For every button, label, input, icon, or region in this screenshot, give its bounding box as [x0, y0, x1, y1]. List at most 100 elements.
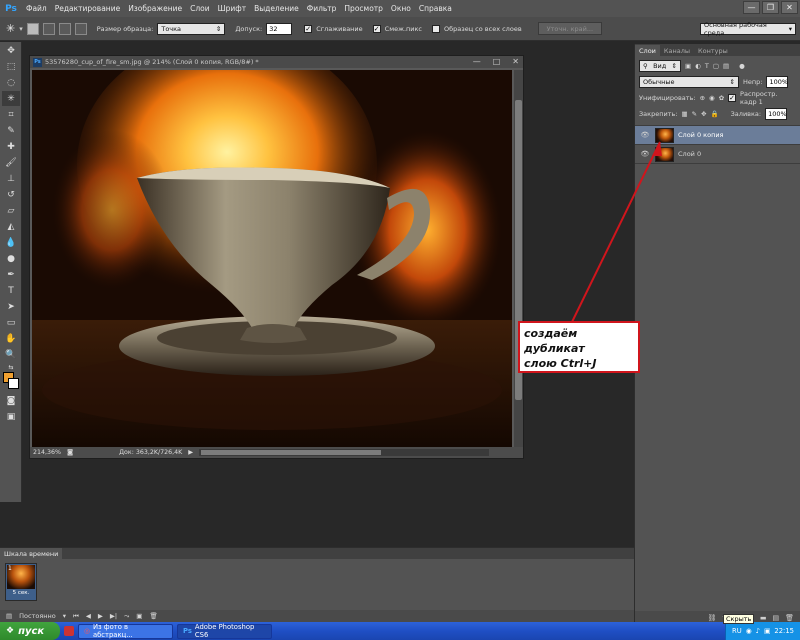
contiguous-checkbox[interactable]: ✓ [372, 24, 381, 33]
frame-delay[interactable]: 5 сек. [7, 590, 35, 596]
paint-bucket-icon[interactable]: ◭ [2, 219, 20, 234]
filter-shape-icon[interactable]: ▢ [713, 62, 719, 70]
lock-image-icon[interactable]: ✎ [692, 110, 697, 118]
menu-filter[interactable]: Фильтр [303, 4, 341, 13]
pen-tool-icon[interactable]: ✒ [2, 267, 20, 282]
blend-mode-select[interactable]: Обычные ⇕ [639, 76, 739, 88]
menu-image[interactable]: Изображение [124, 4, 186, 13]
tab-paths[interactable]: Контуры [694, 45, 732, 56]
quick-mask-icon[interactable]: ◙ [2, 393, 20, 408]
tween-icon[interactable]: ⤳ [124, 612, 129, 621]
filter-toggle-icon[interactable]: ● [739, 62, 745, 70]
timeline-frame[interactable]: 1 5 сек. [5, 563, 37, 601]
tab-layers[interactable]: Слои [635, 45, 660, 56]
delete-frame-icon[interactable]: 🗑 [149, 612, 157, 620]
type-tool-icon[interactable]: T [2, 283, 20, 298]
history-brush-icon[interactable]: ↺ [2, 187, 20, 202]
status-menu-icon[interactable]: ◙ [67, 449, 73, 456]
minimize-button[interactable]: — [743, 1, 760, 14]
lock-transparent-icon[interactable]: ▦ [681, 110, 687, 118]
opera-icon[interactable] [64, 626, 74, 636]
start-button[interactable]: ❖ пуск [0, 622, 60, 640]
new-selection-icon[interactable] [26, 22, 39, 35]
menu-view[interactable]: Просмотр [340, 4, 387, 13]
document-tab[interactable]: Ps 53576280_cup_of_fire_sm.jpg @ 214% (С… [30, 56, 523, 68]
screen-mode-icon[interactable]: ▣ [2, 409, 20, 424]
restore-button[interactable]: ❐ [762, 1, 779, 14]
move-tool-icon[interactable]: ✥ [2, 43, 20, 58]
lock-all-icon[interactable]: 🔒 [711, 110, 719, 118]
visibility-eye-icon[interactable]: 👁 [639, 131, 651, 139]
path-selection-icon[interactable]: ➤ [2, 299, 20, 314]
link-layers-icon[interactable]: ⛓ [707, 614, 716, 622]
fill-input[interactable]: 100% [765, 108, 788, 120]
play-icon[interactable]: ▶ [98, 612, 103, 620]
layer-filter-select[interactable]: ⚲ Вид ⇕ [639, 60, 681, 72]
magic-wand-tool-icon[interactable]: ✳ [6, 22, 15, 35]
eyedropper-tool-icon[interactable]: ✎ [2, 123, 20, 138]
dodge-tool-icon[interactable]: ● [2, 251, 20, 266]
propagate-frame-checkbox[interactable]: ✓ [728, 94, 737, 102]
default-colors-icon[interactable]: ⇆ [2, 363, 20, 371]
hand-tool-icon[interactable]: ✋ [2, 331, 20, 346]
maximize-icon[interactable]: □ [493, 57, 501, 66]
background-color-swatch[interactable] [8, 378, 19, 389]
filter-type-icon[interactable]: T [705, 62, 709, 70]
vertical-scrollbar[interactable] [514, 70, 523, 447]
lock-position-icon[interactable]: ✥ [701, 110, 706, 118]
tool-preset-arrow-icon[interactable]: ▾ [19, 25, 23, 33]
refine-edge-button[interactable]: Уточн. край... [537, 22, 603, 35]
clone-stamp-icon[interactable]: ⊥ [2, 171, 20, 186]
tab-timeline[interactable]: Шкала времени [0, 548, 63, 559]
taskbar-item-opera[interactable]: ◎ Из фото в абстракц... [78, 623, 173, 639]
crop-tool-icon[interactable]: ⌗ [2, 107, 20, 122]
taskbar-item-photoshop[interactable]: Ps Adobe Photoshop CS6 [177, 623, 272, 639]
image-canvas[interactable] [32, 70, 512, 447]
horizontal-scrollbar[interactable] [199, 449, 490, 456]
unify-style-icon[interactable]: ✿ [719, 94, 724, 102]
menu-file[interactable]: Файл [22, 4, 51, 13]
zoom-level[interactable]: 214,36% [33, 449, 61, 456]
antialias-checkbox[interactable]: ✓ [304, 24, 313, 33]
visibility-eye-icon[interactable]: 👁 [639, 150, 651, 158]
new-group-icon[interactable]: ▬ [760, 614, 767, 622]
filter-adjustment-icon[interactable]: ◐ [695, 62, 701, 70]
tab-channels[interactable]: Каналы [660, 45, 694, 56]
menu-edit[interactable]: Редактирование [51, 4, 124, 13]
chevron-down-icon[interactable]: ▾ [63, 612, 66, 620]
eraser-tool-icon[interactable]: ▱ [2, 203, 20, 218]
layer-row[interactable]: 👁 Слой 0 [635, 145, 800, 164]
menu-select[interactable]: Выделение [250, 4, 303, 13]
menu-help[interactable]: Справка [415, 4, 456, 13]
sample-all-layers-checkbox[interactable] [432, 24, 440, 33]
marquee-tool-icon[interactable]: ⬚ [2, 59, 20, 74]
next-frame-icon[interactable]: ▶| [110, 612, 117, 620]
magic-wand-tool-icon[interactable]: ✳ [2, 91, 20, 106]
subtract-from-selection-icon[interactable] [58, 22, 71, 35]
filter-smart-icon[interactable]: ▤ [723, 62, 729, 70]
tolerance-input[interactable]: 32 [266, 22, 293, 35]
language-indicator[interactable]: RU [732, 627, 742, 635]
workspace-select[interactable]: Основная рабочая среда ▾ [700, 21, 796, 37]
filter-pixel-icon[interactable]: ▣ [685, 62, 691, 70]
menu-window[interactable]: Окно [387, 4, 415, 13]
tray-icon[interactable]: ◉ [746, 627, 752, 635]
lasso-tool-icon[interactable]: ◌ [2, 75, 20, 90]
clock[interactable]: 22:15 [774, 627, 794, 635]
horizontal-scroll-thumb[interactable] [201, 450, 382, 455]
previous-frame-icon[interactable]: ◀ [86, 612, 91, 620]
layer-row[interactable]: 👁 Слой 0 копия [635, 126, 800, 145]
blur-tool-icon[interactable]: 💧 [2, 235, 20, 250]
timeline-menu-icon[interactable]: ▤ [6, 612, 12, 620]
loop-mode-select[interactable]: Постоянно [19, 612, 56, 620]
minimize-icon[interactable]: — [473, 57, 481, 66]
menu-layers[interactable]: Слои [186, 4, 214, 13]
sample-size-select[interactable]: Точка ⇕ [157, 22, 226, 35]
first-frame-icon[interactable]: ⏮ [73, 612, 79, 621]
close-button[interactable]: ✕ [781, 1, 798, 14]
status-arrow-icon[interactable]: ▶ [188, 449, 193, 456]
new-layer-icon[interactable]: ▤ [772, 614, 779, 622]
volume-icon[interactable]: ♪ [756, 627, 760, 635]
unify-position-icon[interactable]: ⊕ [700, 94, 705, 102]
shape-tool-icon[interactable]: ▭ [2, 315, 20, 330]
